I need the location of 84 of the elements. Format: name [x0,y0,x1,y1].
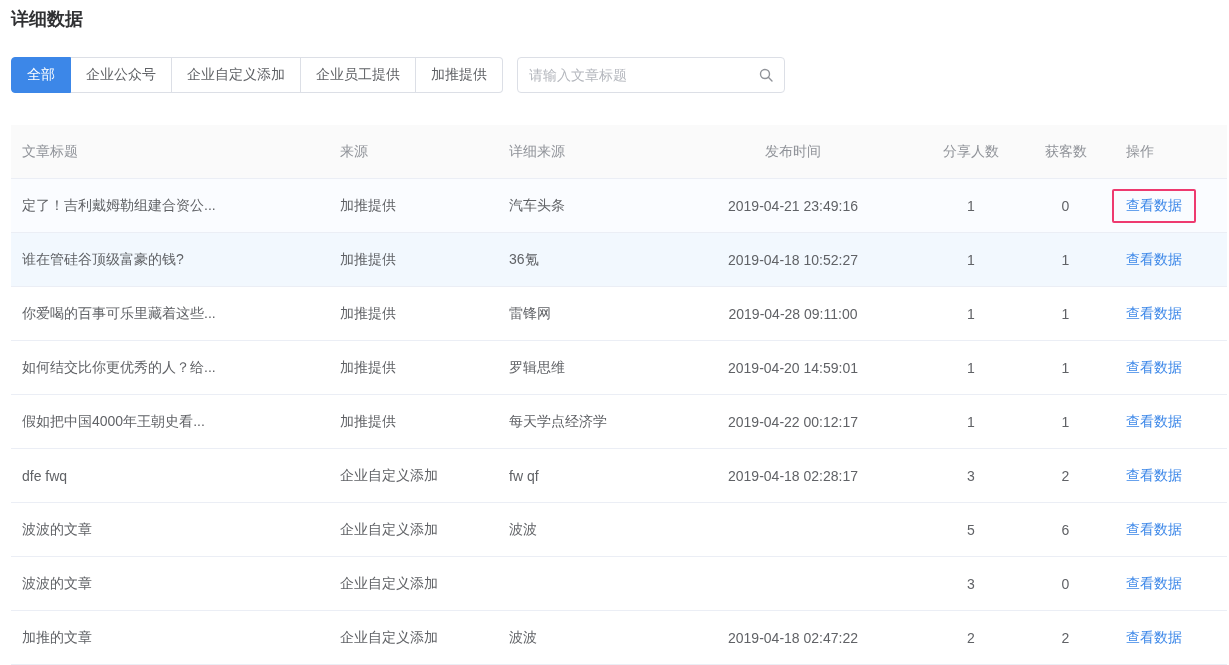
table-cell-text: 36氪 [508,250,540,269]
table-cell-text: 5 [966,521,976,538]
filter-tab[interactable]: 全部 [11,57,71,93]
view-data-link[interactable]: 查看数据 [1112,566,1196,601]
view-data-link[interactable]: 查看数据 [1112,458,1196,493]
table-cell-text: fw qf [508,467,540,484]
table-row[interactable]: 谁在管硅谷顶级富豪的钱? 加推提供 36氪 2019-04-18 10:52:27 1 1 查看数据 [11,233,1227,287]
table-cell-text: 2019-04-18 02:47:22 [727,629,859,646]
view-data-link[interactable]: 查看数据 [1112,296,1196,331]
table-cell-text: 企业自定义添加 [339,628,439,647]
table-cell-text: 2019-04-28 09:11:00 [727,305,859,322]
page-title: 详细数据 [11,8,83,31]
table-cell-text: 2 [1060,467,1071,484]
filter-tab[interactable]: 企业公众号 [71,57,172,93]
table-cell-text: 1 [966,251,976,268]
column-header: 文章标题 [21,142,79,161]
filter-tab[interactable]: 企业自定义添加 [172,57,301,93]
table-cell-text: 6 [1060,521,1071,538]
view-data-link[interactable]: 查看数据 [1112,620,1196,655]
table-cell-text: 3 [966,575,976,592]
table-cell-text: 0 [1060,197,1071,214]
table-cell-text: 波波的文章 [21,574,93,593]
table-cell-text: 加推提供 [339,196,397,215]
table-cell-text: 1 [966,413,976,430]
table-cell-text: 波波 [508,628,538,647]
table-cell-text: 2019-04-21 23:49:16 [727,197,859,214]
table-cell-text: dfe fwq [21,467,69,484]
table-cell-text: 加推提供 [339,250,397,269]
table-cell-text: 加推提供 [339,304,397,323]
column-header: 来源 [339,142,369,161]
column-header: 操作 [1125,142,1155,161]
table-cell-text: 2019-04-18 10:52:27 [727,251,859,268]
filter-tab[interactable]: 企业员工提供 [301,57,416,93]
table-row[interactable]: 假如把中国4000年王朝史看... 加推提供 每天学点经济学 2019-04-22 00:12:17 1 1 查看数据 [11,395,1227,449]
table-cell-text: 2019-04-18 02:28:17 [727,467,859,484]
column-header: 获客数 [1043,142,1088,161]
table-cell-text: 1 [966,197,976,214]
column-header: 发布时间 [764,142,822,161]
column-header: 详细来源 [508,142,566,161]
view-data-link[interactable]: 查看数据 [1112,188,1196,223]
view-data-link[interactable]: 查看数据 [1112,512,1196,547]
table-cell-text: 如何结交比你更优秀的人？给... [21,358,217,377]
table-cell-text: 汽车头条 [508,196,566,215]
table-cell-text: 波波的文章 [21,520,93,539]
table-row[interactable]: 你爱喝的百事可乐里藏着这些... 加推提供 雷锋网 2019-04-28 09:11:00 1 1 查看数据 [11,287,1227,341]
table-cell-text: 1 [966,305,976,322]
table-cell-text: 2019-04-22 00:12:17 [727,413,859,430]
column-header: 分享人数 [942,142,1000,161]
table-cell-text: 1 [1060,413,1071,430]
table-cell-text: 每天学点经济学 [508,412,608,431]
search-field[interactable]: 请输入文章标题 [517,57,785,93]
table-cell-text: 1 [1060,305,1071,322]
view-data-link[interactable]: 查看数据 [1112,404,1196,439]
view-data-link[interactable]: 查看数据 [1112,242,1196,277]
table-row[interactable]: 如何结交比你更优秀的人？给... 加推提供 罗辑思维 2019-04-20 14:59:01 1 1 查看数据 [11,341,1227,395]
table-cell-text: 谁在管硅谷顶级富豪的钱? [21,250,185,269]
table-cell-text: 企业自定义添加 [339,520,439,539]
table-row[interactable]: 加推的文章 企业自定义添加 波波 2019-04-18 02:47:22 2 2 查看数据 [11,611,1227,665]
table-cell-text: 罗辑思维 [508,358,566,377]
table-cell-text: 1 [966,359,976,376]
table-row[interactable]: 定了！吉利戴姆勒组建合资公... 加推提供 汽车头条 2019-04-21 23:49:16 1 0 查看数据 [11,179,1227,233]
table-cell-text: 企业自定义添加 [339,574,439,593]
table-cell-text: 假如把中国4000年王朝史看... [21,412,206,431]
table-cell-text: 2 [966,629,976,646]
table-cell-text: 1 [1060,251,1071,268]
table-cell-text: 2019-04-20 14:59:01 [727,359,859,376]
table-cell-text: 1 [1060,359,1071,376]
table-cell-text: 加推提供 [339,358,397,377]
table-row[interactable]: dfe fwq 企业自定义添加 fw qf 2019-04-18 02:28:17 3 2 查看数据 [11,449,1227,503]
table-row[interactable]: 波波的文章 企业自定义添加 3 0 查看数据 [11,557,1227,611]
table-cell-text: 波波 [508,520,538,539]
table-cell-text: 定了！吉利戴姆勒组建合资公... [21,196,217,215]
table-cell-text: 3 [966,467,976,484]
table-row[interactable]: 波波的文章 企业自定义添加 波波 5 6 查看数据 [11,503,1227,557]
table-cell-text: 你爱喝的百事可乐里藏着这些... [21,304,217,323]
view-data-link[interactable]: 查看数据 [1112,350,1196,385]
search-icon[interactable] [759,68,773,82]
table-cell-text: 加推的文章 [21,628,93,647]
table-cell-text: 雷锋网 [508,304,552,323]
filter-tab[interactable]: 加推提供 [416,57,503,93]
table-cell-text: 0 [1060,575,1071,592]
table-cell-text: 企业自定义添加 [339,466,439,485]
table-cell-text: 加推提供 [339,412,397,431]
table-cell-text: 2 [1060,629,1071,646]
